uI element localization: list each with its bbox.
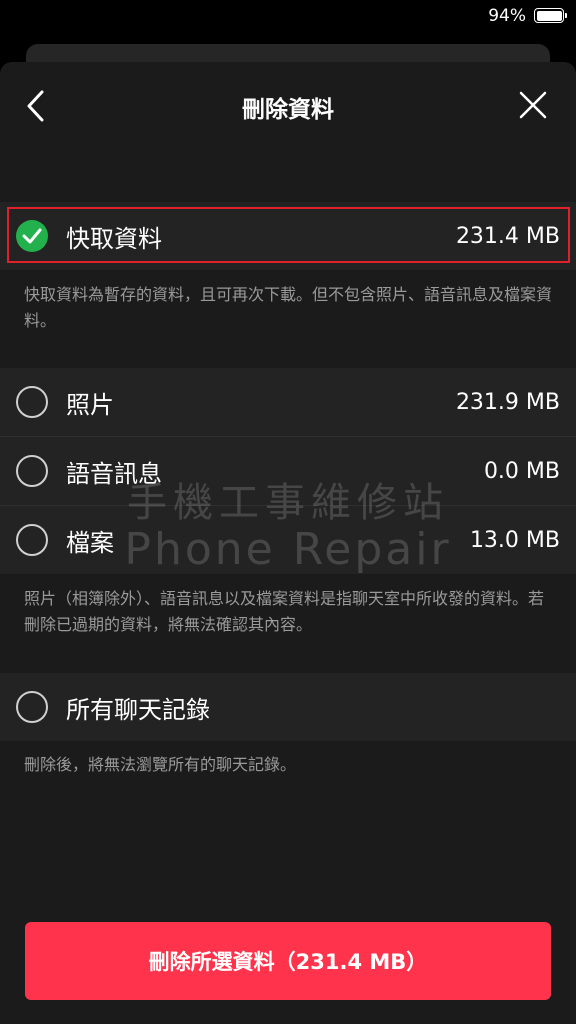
nav-bar: 刪除資料 — [0, 62, 576, 150]
photos-radio[interactable] — [16, 386, 48, 418]
cache-size: 231.4 MB — [455, 223, 560, 249]
row-all-chats[interactable]: 所有聊天記錄 — [0, 673, 576, 741]
voice-radio[interactable] — [16, 455, 48, 487]
cache-label: 快取資料 — [66, 224, 162, 253]
voice-size: 0.0 MB — [483, 458, 560, 484]
check-icon — [22, 228, 42, 244]
row-files[interactable]: 檔案 13.0 MB — [0, 506, 576, 574]
photos-label: 照片 — [66, 390, 114, 419]
files-label: 檔案 — [66, 528, 114, 557]
row-photos[interactable]: 照片 231.9 MB — [0, 368, 576, 436]
close-button[interactable] — [518, 90, 548, 120]
delete-data-sheet: 刪除資料 快取資料 231.4 MB 快取資料為暫存的資料，且可再次下載。但不包… — [0, 62, 576, 1024]
close-icon — [519, 91, 547, 119]
media-description: 照片（相簿除外）、語音訊息以及檔案資料是指聊天室中所收發的資料。若刪除已過期的資… — [24, 589, 545, 634]
cache-description: 快取資料為暫存的資料，且可再次下載。但不包含照片、語音訊息及檔案資料。 — [24, 285, 553, 330]
voice-label: 語音訊息 — [66, 459, 162, 488]
row-cache[interactable]: 快取資料 231.4 MB — [0, 202, 576, 270]
all-chats-label: 所有聊天記錄 — [66, 695, 210, 724]
page-title: 刪除資料 — [242, 97, 334, 123]
all-chats-description: 刪除後，將無法瀏覽所有的聊天記錄。 — [24, 755, 297, 774]
all-chats-radio[interactable] — [16, 691, 48, 723]
delete-selected-button[interactable]: 刪除所選資料（231.4 MB） — [25, 922, 551, 1000]
files-radio[interactable] — [16, 524, 48, 556]
cache-checkbox[interactable] — [16, 220, 48, 252]
files-size: 13.0 MB — [469, 527, 560, 553]
battery-icon — [534, 8, 567, 23]
photos-size: 231.9 MB — [455, 389, 560, 415]
row-voice-messages[interactable]: 語音訊息 0.0 MB — [0, 437, 576, 505]
battery-percent: 94% — [488, 6, 526, 26]
status-bar: 94% — [0, 0, 576, 36]
